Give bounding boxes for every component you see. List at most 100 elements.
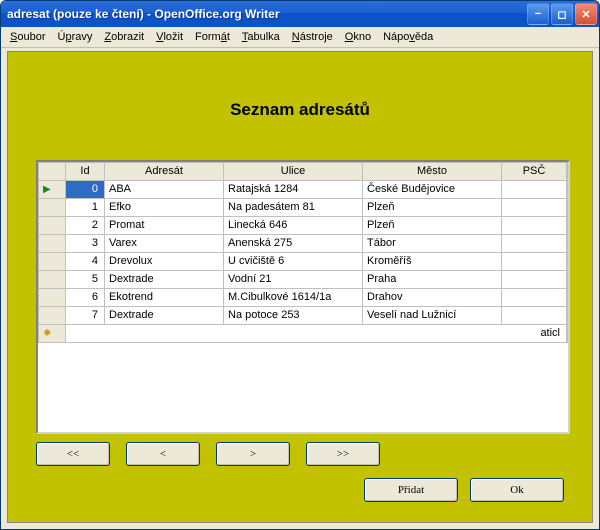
col-header-ulice[interactable]: Ulice xyxy=(224,163,363,181)
cell-extra xyxy=(567,325,568,343)
cell-mesto[interactable]: Tábor xyxy=(363,235,502,253)
cell-adresat[interactable]: Efko xyxy=(105,199,224,217)
col-header-mesto[interactable]: Město xyxy=(363,163,502,181)
cell-extra xyxy=(567,217,568,235)
menu-soubor[interactable]: Soubor xyxy=(5,29,50,45)
table-row[interactable]: 1EfkoNa padesátem 81Plzeň xyxy=(39,199,568,217)
cell-ulice[interactable]: Na potoce 253 xyxy=(224,307,363,325)
record-nav: << < > >> xyxy=(36,442,380,466)
new-row-icon: ✸ xyxy=(43,328,51,339)
cell-id[interactable]: 0 xyxy=(66,181,105,199)
add-button[interactable]: Přidat xyxy=(364,478,458,502)
row-indicator: ✸ xyxy=(39,325,66,343)
cell-mesto[interactable]: Plzeň xyxy=(363,199,502,217)
row-header-blank xyxy=(39,163,66,181)
table-row[interactable]: 6EkotrendM.Cibulkové 1614/1aDrahov xyxy=(39,289,568,307)
col-header-adresat[interactable]: Adresát xyxy=(105,163,224,181)
cell-mesto[interactable]: Plzeň xyxy=(363,217,502,235)
menu-vlozit[interactable]: Vložit xyxy=(151,29,188,45)
row-indicator: ▶ xyxy=(39,181,66,199)
table-row[interactable]: 5DextradeVodní 21Praha xyxy=(39,271,568,289)
cell-adresat[interactable]: Dextrade xyxy=(105,307,224,325)
table-row[interactable]: 3VarexAnenská 275Tábor xyxy=(39,235,568,253)
dialog-body: Seznam adresátů Id Adresát Ulice Město P… xyxy=(7,51,593,523)
new-row[interactable]: ✸ aticl xyxy=(39,325,568,343)
cell-psc[interactable] xyxy=(502,217,567,235)
cell-mesto[interactable]: České Budějovice xyxy=(363,181,502,199)
menu-format[interactable]: Formát xyxy=(190,29,235,45)
cell-extra xyxy=(567,181,568,199)
table-row[interactable]: 7DextradeNa potoce 253Veselí nad Lužnicí xyxy=(39,307,568,325)
new-row-placeholder[interactable]: aticl xyxy=(66,325,567,343)
row-indicator xyxy=(39,235,66,253)
cell-id[interactable]: 7 xyxy=(66,307,105,325)
cell-ulice[interactable]: Na padesátem 81 xyxy=(224,199,363,217)
cell-ulice[interactable]: Vodní 21 xyxy=(224,271,363,289)
nav-last-button[interactable]: >> xyxy=(306,442,380,466)
cell-ulice[interactable]: U cvičiště 6 xyxy=(224,253,363,271)
close-button[interactable]: ✕ xyxy=(575,3,597,25)
nav-next-button[interactable]: > xyxy=(216,442,290,466)
cell-adresat[interactable]: Dextrade xyxy=(105,271,224,289)
app-window: adresat (pouze ke čtení) - OpenOffice.or… xyxy=(0,0,600,530)
column-header-row: Id Adresát Ulice Město PSČ xyxy=(39,163,568,181)
table-row[interactable]: 4DrevoluxU cvičiště 6Kroměříš xyxy=(39,253,568,271)
cell-id[interactable]: 5 xyxy=(66,271,105,289)
cell-psc[interactable] xyxy=(502,235,567,253)
table-row[interactable]: 2PromatLinecká 646Plzeň xyxy=(39,217,568,235)
cell-extra xyxy=(567,253,568,271)
menu-zobrazit[interactable]: Zobrazit xyxy=(99,29,149,45)
address-grid[interactable]: Id Adresát Ulice Město PSČ ▶ 0ABARatajská… xyxy=(36,160,570,434)
cell-psc[interactable] xyxy=(502,199,567,217)
cell-id[interactable]: 6 xyxy=(66,289,105,307)
cell-mesto[interactable]: Drahov xyxy=(363,289,502,307)
current-row-icon: ▶ xyxy=(43,184,51,195)
cell-id[interactable]: 2 xyxy=(66,217,105,235)
ok-button[interactable]: Ok xyxy=(470,478,564,502)
cell-id[interactable]: 3 xyxy=(66,235,105,253)
cell-psc[interactable] xyxy=(502,181,567,199)
col-header-psc[interactable]: PSČ xyxy=(502,163,567,181)
page-title: Seznam adresátů xyxy=(8,100,592,120)
row-indicator xyxy=(39,199,66,217)
nav-first-button[interactable]: << xyxy=(36,442,110,466)
cell-adresat[interactable]: Ekotrend xyxy=(105,289,224,307)
row-indicator xyxy=(39,271,66,289)
cell-extra xyxy=(567,271,568,289)
cell-psc[interactable] xyxy=(502,271,567,289)
menu-bar: Soubor Úpravy Zobrazit Vložit Formát Tab… xyxy=(1,27,599,48)
nav-prev-button[interactable]: < xyxy=(126,442,200,466)
menu-nastroje[interactable]: Nástroje xyxy=(287,29,338,45)
maximize-button[interactable]: ◻ xyxy=(551,3,573,25)
cell-ulice[interactable]: Anenská 275 xyxy=(224,235,363,253)
menu-tabulka[interactable]: Tabulka xyxy=(237,29,285,45)
cell-mesto[interactable]: Kroměříš xyxy=(363,253,502,271)
row-indicator xyxy=(39,289,66,307)
cell-ulice[interactable]: Ratajská 1284 xyxy=(224,181,363,199)
cell-id[interactable]: 1 xyxy=(66,199,105,217)
cell-psc[interactable] xyxy=(502,289,567,307)
cell-psc[interactable] xyxy=(502,307,567,325)
cell-adresat[interactable]: Promat xyxy=(105,217,224,235)
minimize-button[interactable]: − xyxy=(527,3,549,25)
menu-okno[interactable]: Okno xyxy=(340,29,376,45)
cell-psc[interactable] xyxy=(502,253,567,271)
col-header-id[interactable]: Id xyxy=(66,163,105,181)
cell-mesto[interactable]: Veselí nad Lužnicí xyxy=(363,307,502,325)
cell-ulice[interactable]: Linecká 646 xyxy=(224,217,363,235)
cell-id[interactable]: 4 xyxy=(66,253,105,271)
row-indicator xyxy=(39,253,66,271)
cell-adresat[interactable]: Drevolux xyxy=(105,253,224,271)
cell-mesto[interactable]: Praha xyxy=(363,271,502,289)
col-header-extra xyxy=(567,163,568,181)
table-row[interactable]: ▶ 0ABARatajská 1284České Budějovice xyxy=(39,181,568,199)
cell-ulice[interactable]: M.Cibulkové 1614/1a xyxy=(224,289,363,307)
menu-upravy[interactable]: Úpravy xyxy=(52,29,97,45)
cell-adresat[interactable]: Varex xyxy=(105,235,224,253)
cell-extra xyxy=(567,307,568,325)
cell-extra xyxy=(567,235,568,253)
cell-extra xyxy=(567,199,568,217)
cell-adresat[interactable]: ABA xyxy=(105,181,224,199)
menu-napoveda[interactable]: Nápověda xyxy=(378,29,438,45)
row-indicator xyxy=(39,307,66,325)
